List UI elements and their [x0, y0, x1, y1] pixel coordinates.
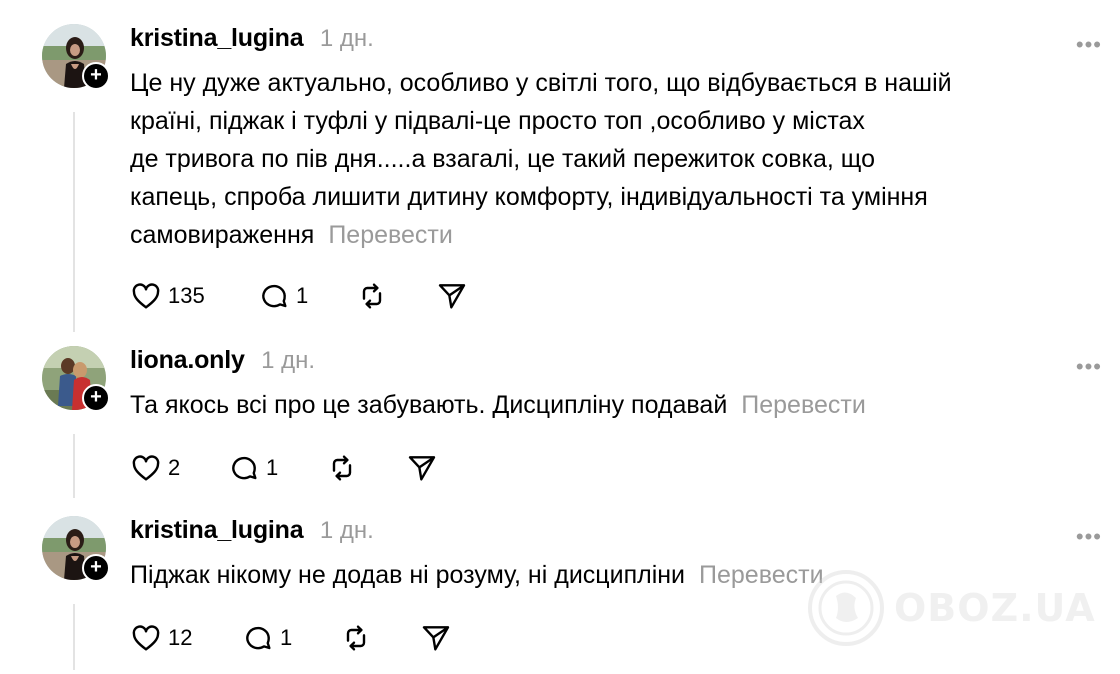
avatar-container[interactable]: + — [42, 24, 110, 90]
comment-bubble-icon — [232, 456, 257, 480]
thread-line — [73, 112, 75, 332]
thread-line — [73, 434, 75, 498]
comment-bubble-icon — [246, 626, 271, 650]
share-button[interactable] — [406, 450, 438, 486]
send-icon — [438, 284, 466, 309]
share-button[interactable] — [436, 278, 468, 314]
text-line-end: Піджак нікому не додав ні розуму, ні дис… — [130, 561, 686, 589]
reply-button[interactable]: 1 — [258, 278, 308, 314]
timestamp[interactable]: 1 дн. — [320, 517, 374, 544]
repost-icon — [332, 455, 352, 481]
translate-link[interactable]: Перевести — [328, 221, 453, 249]
repost-button[interactable] — [326, 450, 358, 486]
text-line: Це ну дуже актуально, особливо у світлі … — [130, 69, 952, 97]
text-line: самовираження Перевести — [130, 216, 1070, 254]
repost-icon — [346, 625, 366, 651]
follow-plus-button[interactable]: + — [82, 554, 110, 582]
reply-count: 1 — [266, 455, 279, 480]
like-button[interactable]: 135 — [130, 278, 205, 314]
more-options-icon[interactable]: ••• — [1076, 524, 1102, 550]
repost-icon — [362, 283, 382, 309]
watermark: OBOZ.UA — [806, 568, 1096, 648]
timestamp[interactable]: 1 дн. — [261, 347, 315, 374]
repost-button[interactable] — [340, 620, 372, 656]
more-options-icon[interactable]: ••• — [1076, 354, 1102, 380]
text-line: Та якось всі про це забувають. Дисциплін… — [130, 386, 1070, 424]
comment-bubble-icon — [262, 284, 287, 308]
globe-logo-icon — [808, 570, 884, 646]
username[interactable]: liona.only — [130, 346, 245, 374]
reply-count: 1 — [296, 283, 309, 308]
heart-icon — [132, 455, 160, 481]
timestamp[interactable]: 1 дн. — [320, 25, 374, 52]
heart-icon — [132, 625, 160, 651]
reply-count: 1 — [280, 625, 293, 650]
reply-button[interactable]: 1 — [242, 620, 292, 656]
text-line-end: самовираження — [130, 221, 315, 249]
more-options-icon[interactable]: ••• — [1076, 32, 1102, 58]
username[interactable]: kristina_lugina — [130, 24, 304, 52]
like-button[interactable]: 12 — [130, 620, 192, 656]
text-line-end: Та якось всі про це забувають. Дисциплін… — [130, 391, 728, 419]
share-button[interactable] — [420, 620, 452, 656]
translate-link[interactable]: Перевести — [741, 391, 866, 419]
avatar-container[interactable]: + — [42, 346, 110, 412]
comment-text: Це ну дуже актуально, особливо у світлі … — [130, 64, 1070, 254]
heart-icon — [132, 283, 160, 309]
comment-text: Та якось всі про це забувають. Дисциплін… — [130, 386, 1070, 424]
follow-plus-button[interactable]: + — [82, 384, 110, 412]
text-line: капець, спроба лишити дитину комфорту, і… — [130, 183, 928, 211]
translate-link[interactable]: Перевести — [699, 561, 824, 589]
comment-header: kristina_lugina 1 дн. — [130, 516, 374, 550]
send-icon — [408, 456, 436, 481]
like-button[interactable]: 2 — [130, 450, 180, 486]
comment-header: kristina_lugina 1 дн. — [130, 24, 374, 58]
username[interactable]: kristina_lugina — [130, 516, 304, 544]
reply-button[interactable]: 1 — [228, 450, 278, 486]
follow-plus-button[interactable]: + — [82, 62, 110, 90]
send-icon — [422, 626, 450, 651]
like-count: 2 — [168, 455, 181, 480]
watermark-text: OBOZ.UA — [894, 586, 1096, 630]
text-line: країні, піджак і туфлі у підвалі-це прос… — [130, 107, 865, 135]
text-line: де тривога по пів дня.....а взагалі, це … — [130, 145, 875, 173]
like-count: 12 — [168, 625, 193, 650]
comment-header: liona.only 1 дн. — [130, 346, 315, 380]
repost-button[interactable] — [356, 278, 388, 314]
avatar-container[interactable]: + — [42, 516, 110, 582]
thread-line — [73, 604, 75, 670]
like-count: 135 — [168, 283, 205, 308]
